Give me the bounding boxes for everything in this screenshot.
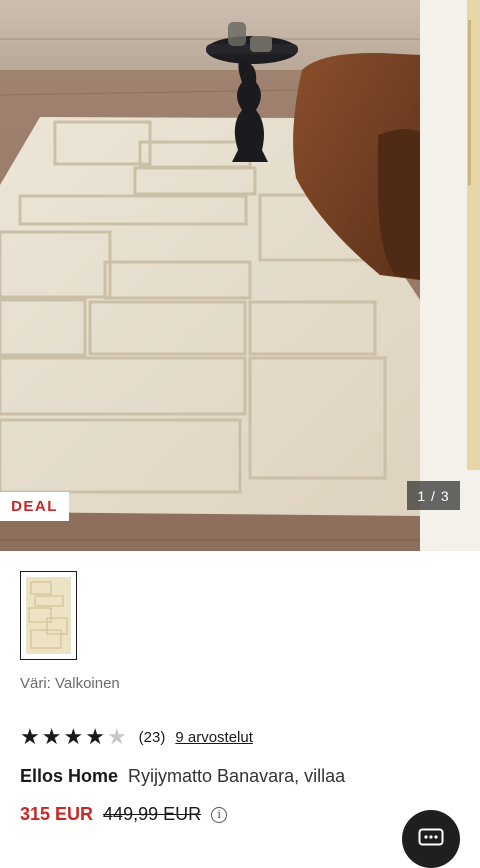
product-title: Ellos Home Ryijymatto Banavara, villaa xyxy=(20,766,345,787)
rug-thumbnail-image xyxy=(26,577,71,654)
star-icon: ★ xyxy=(85,724,105,749)
product-name: Ryijymatto Banavara, villaa xyxy=(128,766,346,786)
star-icon: ★ xyxy=(20,724,40,749)
color-label: Väri: Valkoinen xyxy=(20,675,120,692)
product-brand[interactable]: Ellos Home xyxy=(20,766,118,787)
rating-count: (23) xyxy=(138,728,166,746)
color-swatch-thumbnail[interactable] xyxy=(20,571,77,660)
star-icon: ★ xyxy=(63,724,84,749)
chat-button[interactable] xyxy=(402,810,460,868)
sale-price: 315 EUR xyxy=(20,804,94,824)
product-image-gallery[interactable]: DEAL 1 / 3 xyxy=(0,0,480,551)
rating-summary[interactable]: ★ ★ ★ ★ ★ (23) 9 arvostelut xyxy=(20,726,253,748)
product-main-image[interactable] xyxy=(0,0,420,551)
star-icon: ★ xyxy=(41,724,62,749)
deal-badge: DEAL xyxy=(0,492,69,521)
product-next-image-preview[interactable] xyxy=(420,0,480,551)
original-price: 449,99 EUR xyxy=(103,804,202,824)
image-counter: 1 / 3 xyxy=(407,481,460,510)
price-row: 315 EUR 449,99 EUR i xyxy=(20,804,228,825)
reviews-link[interactable]: 9 arvostelut xyxy=(175,729,253,746)
star-empty-icon: ★ xyxy=(106,724,127,749)
info-icon[interactable]: i xyxy=(211,806,228,823)
chat-icon xyxy=(418,828,444,846)
rating-stars: ★ ★ ★ ★ ★ xyxy=(20,726,127,748)
